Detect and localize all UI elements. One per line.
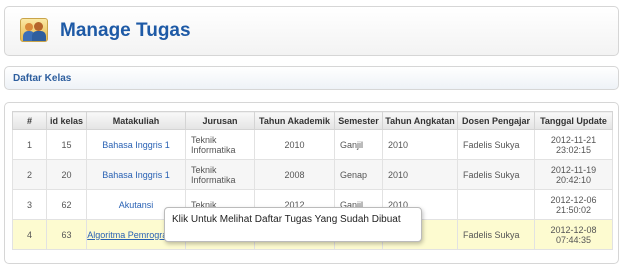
cell-matakuliah: Bahasa Inggris 1	[86, 159, 186, 190]
table-row: 1 15 Bahasa Inggris 1 Teknik Informatika…	[12, 129, 613, 160]
cell-no: 4	[12, 219, 47, 250]
cell-tahun-akademik: 2008	[254, 159, 335, 190]
cell-dosen-pengajar: Fadelis Sukya	[457, 129, 535, 160]
cell-id-kelas: 63	[46, 219, 87, 250]
cell-no: 3	[12, 189, 47, 220]
table-header-row: # id kelas Matakuliah Jurusan Tahun Akad…	[12, 111, 613, 130]
cell-matakuliah: Bahasa Inggris 1	[86, 129, 186, 160]
cell-id-kelas: 15	[46, 129, 87, 160]
table-row: 2 20 Bahasa Inggris 1 Teknik Informatika…	[12, 159, 613, 190]
col-header-jurusan[interactable]: Jurusan	[185, 111, 255, 130]
col-header-tahun-angkatan[interactable]: Tahun Angkatan	[382, 111, 458, 130]
section-title: Daftar Kelas	[13, 73, 72, 84]
cell-semester: Genap	[334, 159, 383, 190]
matakuliah-link[interactable]: Akutansi	[119, 200, 154, 210]
cell-tanggal-update: 2012-12-08 07:44:35	[534, 219, 613, 250]
cell-tahun-akademik: 2010	[254, 129, 335, 160]
cell-dosen-pengajar: Fadelis Sukya	[457, 159, 535, 190]
col-header-semester[interactable]: Semester	[334, 111, 383, 130]
tanggal-date: 2012-11-21	[550, 134, 597, 145]
col-header-no[interactable]: #	[12, 111, 47, 130]
tanggal-date: 2012-11-19	[550, 164, 597, 175]
cell-jurusan: Teknik Informatika	[185, 129, 255, 160]
cell-tahun-angkatan: 2010	[382, 129, 458, 160]
tanggal-date: 2012-12-06	[550, 194, 597, 205]
tanggal-time: 20:42:10	[555, 174, 592, 185]
cell-tanggal-update: 2012-12-06 21:50:02	[534, 189, 613, 220]
tanggal-date: 2012-12-08	[550, 224, 597, 235]
cell-jurusan: Teknik Informatika	[185, 159, 255, 190]
tanggal-time: 21:50:02	[555, 204, 592, 215]
cell-tanggal-update: 2012-11-21 23:02:15	[534, 129, 613, 160]
tooltip: Klik Untuk Melihat Daftar Tugas Yang Sud…	[164, 207, 422, 242]
section-header: Daftar Kelas	[4, 66, 619, 90]
col-header-matakuliah[interactable]: Matakuliah	[86, 111, 186, 130]
cell-dosen-pengajar	[457, 189, 535, 220]
col-header-id-kelas[interactable]: id kelas	[46, 111, 87, 130]
cell-tahun-angkatan: 2010	[382, 159, 458, 190]
cell-tanggal-update: 2012-11-19 20:42:10	[534, 159, 613, 190]
header-panel: Manage Tugas	[4, 6, 619, 56]
col-header-dosen-pengajar[interactable]: Dosen Pengajar	[457, 111, 535, 130]
matakuliah-link[interactable]: Bahasa Inggris 1	[102, 170, 170, 180]
page-title: Manage Tugas	[60, 20, 191, 41]
col-header-tahun-akademik[interactable]: Tahun Akademik	[254, 111, 335, 130]
cell-id-kelas: 20	[46, 159, 87, 190]
tanggal-time: 07:44:35	[555, 234, 592, 245]
cell-semester: Ganjil	[334, 129, 383, 160]
col-header-tanggal-update[interactable]: Tanggal Update	[534, 111, 613, 130]
cell-dosen-pengajar: Fadelis Sukya	[457, 219, 535, 250]
tanggal-time: 23:02:15	[555, 144, 592, 155]
users-icon	[20, 18, 48, 42]
cell-id-kelas: 62	[46, 189, 87, 220]
cell-no: 1	[12, 129, 47, 160]
matakuliah-link[interactable]: Bahasa Inggris 1	[102, 140, 170, 150]
cell-no: 2	[12, 159, 47, 190]
